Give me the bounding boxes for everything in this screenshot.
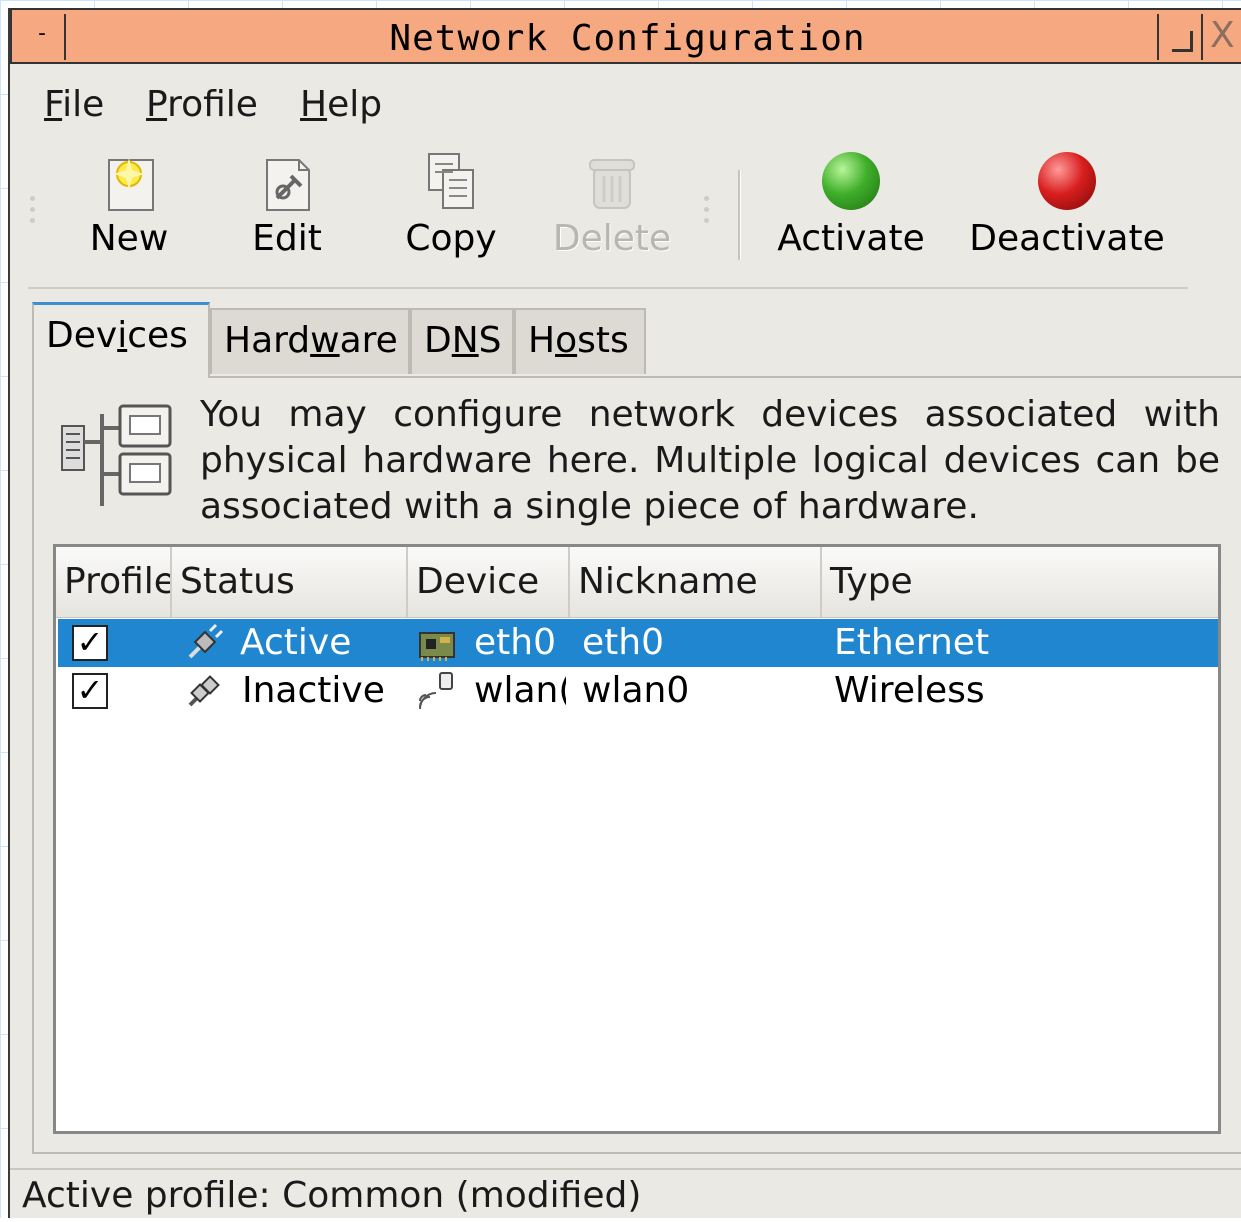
toolbar-divider [28, 287, 1188, 289]
profile-checkbox[interactable]: ✓ [72, 673, 108, 709]
nickname-cell: eth0 [582, 622, 664, 663]
deactivate-label: Deactivate [969, 218, 1165, 259]
column-header-nickname[interactable]: Nickname [570, 547, 822, 617]
copy-button[interactable]: Copy [396, 150, 506, 259]
column-header-profile[interactable]: Profile [56, 547, 172, 617]
type-cell: Ethernet [834, 622, 990, 663]
network-devices-icon [58, 398, 182, 518]
plug-connected-icon [188, 623, 224, 659]
red-ball-icon [960, 150, 1174, 214]
column-header-type[interactable]: Type [822, 547, 1218, 617]
devices-description: You may configure network devices associ… [200, 394, 1220, 527]
nickname-cell: wlan0 [582, 670, 690, 711]
green-ball-icon [768, 150, 934, 214]
network-configuration-window: - Network Configuration X File Profile H… [8, 8, 1241, 1218]
tab-hardware[interactable]: Hardware [210, 308, 410, 374]
activate-label: Activate [777, 218, 925, 259]
column-header-device[interactable]: Device [408, 547, 570, 617]
toolbar-separator [738, 170, 741, 260]
table-row[interactable]: ✓ Active eth0 eth0 Ethernet [58, 619, 1218, 667]
delete-label: Delete [552, 218, 672, 259]
menu-profile[interactable]: Profile [146, 84, 258, 125]
toolbar-grip-2[interactable] [704, 190, 710, 229]
column-header-status[interactable]: Status [172, 547, 408, 617]
device-cell: wlan( [474, 670, 566, 711]
trash-icon [546, 150, 678, 214]
status-cell: Active [240, 622, 352, 663]
tab-devices[interactable]: Devices [32, 302, 210, 378]
edit-label: Edit [252, 218, 322, 259]
toolbar-grip[interactable] [30, 190, 36, 229]
new-button[interactable]: New [78, 150, 180, 259]
new-label: New [89, 218, 169, 259]
menu-bar: File Profile Help [10, 66, 1241, 140]
edit-button[interactable]: Edit [236, 150, 338, 259]
new-icon [78, 150, 180, 214]
close-button[interactable]: X [1210, 14, 1241, 60]
device-cell: eth0 [474, 622, 556, 663]
window-title: Network Configuration [389, 18, 866, 59]
menu-file[interactable]: File [44, 84, 104, 125]
status-bar: Active profile: Common (modified) [10, 1168, 1241, 1218]
wireless-icon [419, 672, 453, 710]
activate-button[interactable]: Activate [768, 150, 934, 259]
deactivate-button[interactable]: Deactivate [960, 150, 1174, 259]
table-row[interactable]: ✓ Inactive wlan( wlan0 Wireless [58, 667, 1218, 715]
plug-disconnected-icon [188, 675, 220, 707]
profile-checkbox[interactable]: ✓ [72, 625, 108, 661]
toolbar: New Edit Copy Delete Activate Deactivate [10, 140, 1241, 290]
status-cell: Inactive [242, 670, 385, 711]
device-list[interactable]: Profile Status Device Nickname Type ✓ Ac… [53, 544, 1221, 1134]
edit-icon [236, 150, 338, 214]
delete-button[interactable]: Delete [546, 150, 678, 259]
tab-hosts[interactable]: Hosts [514, 308, 646, 374]
copy-icon [396, 150, 506, 214]
tab-dns[interactable]: DNS [410, 308, 514, 374]
ethernet-card-icon [419, 632, 455, 661]
title-bar[interactable]: - Network Configuration X [10, 8, 1241, 64]
type-cell: Wireless [834, 670, 985, 711]
menu-help[interactable]: Help [300, 84, 382, 125]
copy-label: Copy [405, 218, 497, 259]
maximize-button[interactable] [1157, 14, 1203, 60]
list-header: Profile Status Device Nickname Type [56, 547, 1218, 618]
